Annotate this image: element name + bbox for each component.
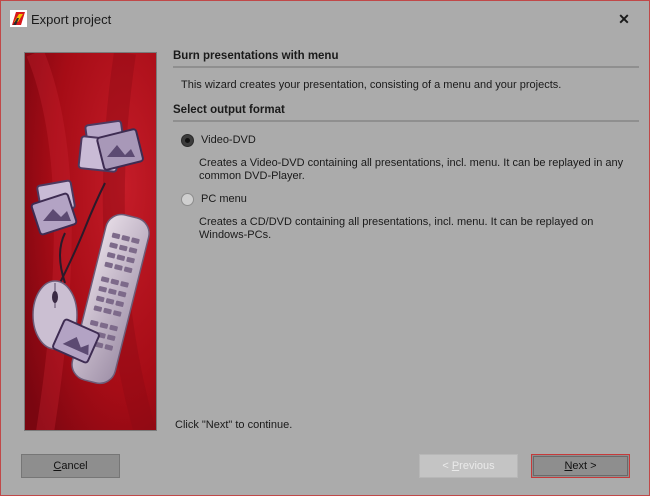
close-button[interactable]: ✕ bbox=[611, 7, 637, 31]
previous-prefix: < bbox=[442, 460, 452, 472]
option-label[interactable]: PC menu bbox=[201, 193, 247, 205]
previous-label: revious bbox=[459, 460, 495, 472]
wizard-side-image bbox=[24, 52, 157, 431]
section-header-burn: Burn presentations with menu bbox=[173, 50, 639, 68]
option-pc-menu[interactable]: PC menu bbox=[181, 191, 247, 207]
option-label[interactable]: Video-DVD bbox=[201, 134, 256, 146]
export-project-dialog: Export project ✕ Burn presentations with… bbox=[0, 0, 650, 496]
app-logo-icon bbox=[10, 10, 27, 27]
close-icon: ✕ bbox=[618, 11, 630, 27]
continue-hint: Click "Next" to continue. bbox=[175, 419, 293, 431]
cancel-button[interactable]: Cancel bbox=[21, 454, 120, 478]
title-bar: Export project ✕ bbox=[1, 1, 649, 37]
option-description: Creates a CD/DVD containing all presenta… bbox=[199, 216, 594, 241]
option-description: Creates a Video-DVD containing all prese… bbox=[199, 157, 624, 182]
previous-button[interactable]: < Previous bbox=[419, 454, 518, 478]
wizard-intro-text: This wizard creates your presentation, c… bbox=[181, 79, 562, 91]
section-header-output-format: Select output format bbox=[173, 104, 639, 122]
next-label: ext > bbox=[572, 460, 597, 472]
window-title: Export project bbox=[31, 12, 112, 27]
next-button[interactable]: Next > bbox=[531, 454, 630, 478]
option-video-dvd[interactable]: Video-DVD bbox=[181, 132, 256, 148]
cancel-label: ancel bbox=[61, 460, 88, 472]
radio-selected-icon[interactable] bbox=[181, 133, 194, 147]
radio-unselected-icon[interactable] bbox=[181, 192, 194, 206]
media-illustration bbox=[25, 53, 156, 430]
